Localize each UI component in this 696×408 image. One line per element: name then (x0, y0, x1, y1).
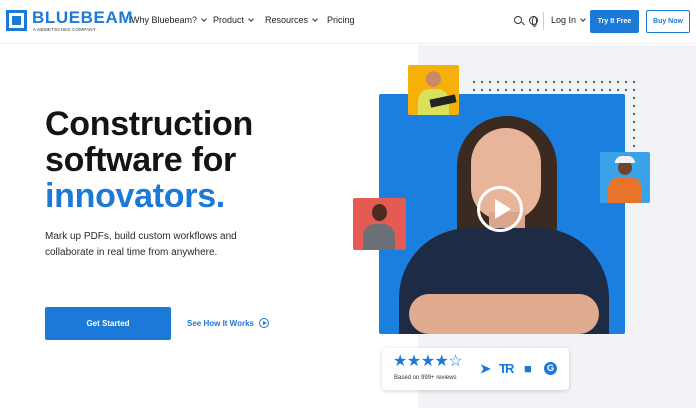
site-header: BLUEBEAM A NEMETSCHEK COMPANY Why Bluebe… (0, 0, 696, 44)
brand-name: BLUEBEAM (32, 8, 134, 27)
software-advice-icon[interactable]: ■ (524, 362, 532, 376)
nav-why-bluebeam[interactable]: Why Bluebeam? (131, 15, 207, 25)
bluebeam-logo[interactable]: BLUEBEAM A NEMETSCHEK COMPANY (6, 9, 133, 35)
worker-thumbnail-3 (353, 198, 406, 250)
try-it-free-button[interactable]: Try It Free (590, 10, 639, 33)
capterra-icon[interactable]: ➤ (480, 362, 491, 376)
login-link[interactable]: Log In (551, 15, 586, 25)
chevron-down-icon (248, 15, 254, 22)
get-started-button[interactable]: Get Started (45, 307, 171, 340)
chevron-down-icon (201, 15, 207, 22)
trustradius-icon[interactable]: TR (499, 362, 514, 376)
video-person-arms (409, 294, 599, 334)
hero-title-line2: software for (45, 141, 236, 179)
nav-product[interactable]: Product (213, 15, 254, 25)
bluebeam-logo-icon (6, 10, 27, 31)
hero-title: Construction software for innovators. (45, 106, 253, 214)
play-circle-icon (258, 318, 269, 328)
hero-description: Mark up PDFs, build custom workflows and… (45, 231, 237, 258)
rating-stars: ★★★★☆ (393, 353, 463, 370)
hero-title-accent: innovators. (45, 177, 225, 215)
buy-now-button[interactable]: Buy Now (646, 10, 690, 33)
hero-title-line1: Construction (45, 105, 253, 143)
brand-tagline: A NEMETSCHEK COMPANY (33, 27, 96, 32)
worker-thumbnail-1 (408, 65, 459, 115)
chevron-down-icon (580, 15, 586, 22)
nav-pricing[interactable]: Pricing (327, 15, 355, 25)
chevron-down-icon (312, 15, 318, 22)
play-icon[interactable] (477, 186, 523, 232)
nav-resources[interactable]: Resources (265, 15, 318, 25)
globe-icon[interactable] (529, 16, 538, 27)
worker-thumbnail-2 (600, 152, 650, 203)
g2-icon[interactable]: G (544, 362, 557, 375)
header-divider (543, 12, 544, 30)
rating-text: Based on 999+ reviews (394, 375, 457, 381)
hero-video[interactable] (379, 94, 625, 334)
see-how-it-works-link[interactable]: See How It Works (187, 318, 269, 328)
search-icon[interactable] (514, 16, 522, 24)
rating-card: ★★★★☆ Based on 999+ reviews ➤ TR ■ G (382, 348, 569, 390)
